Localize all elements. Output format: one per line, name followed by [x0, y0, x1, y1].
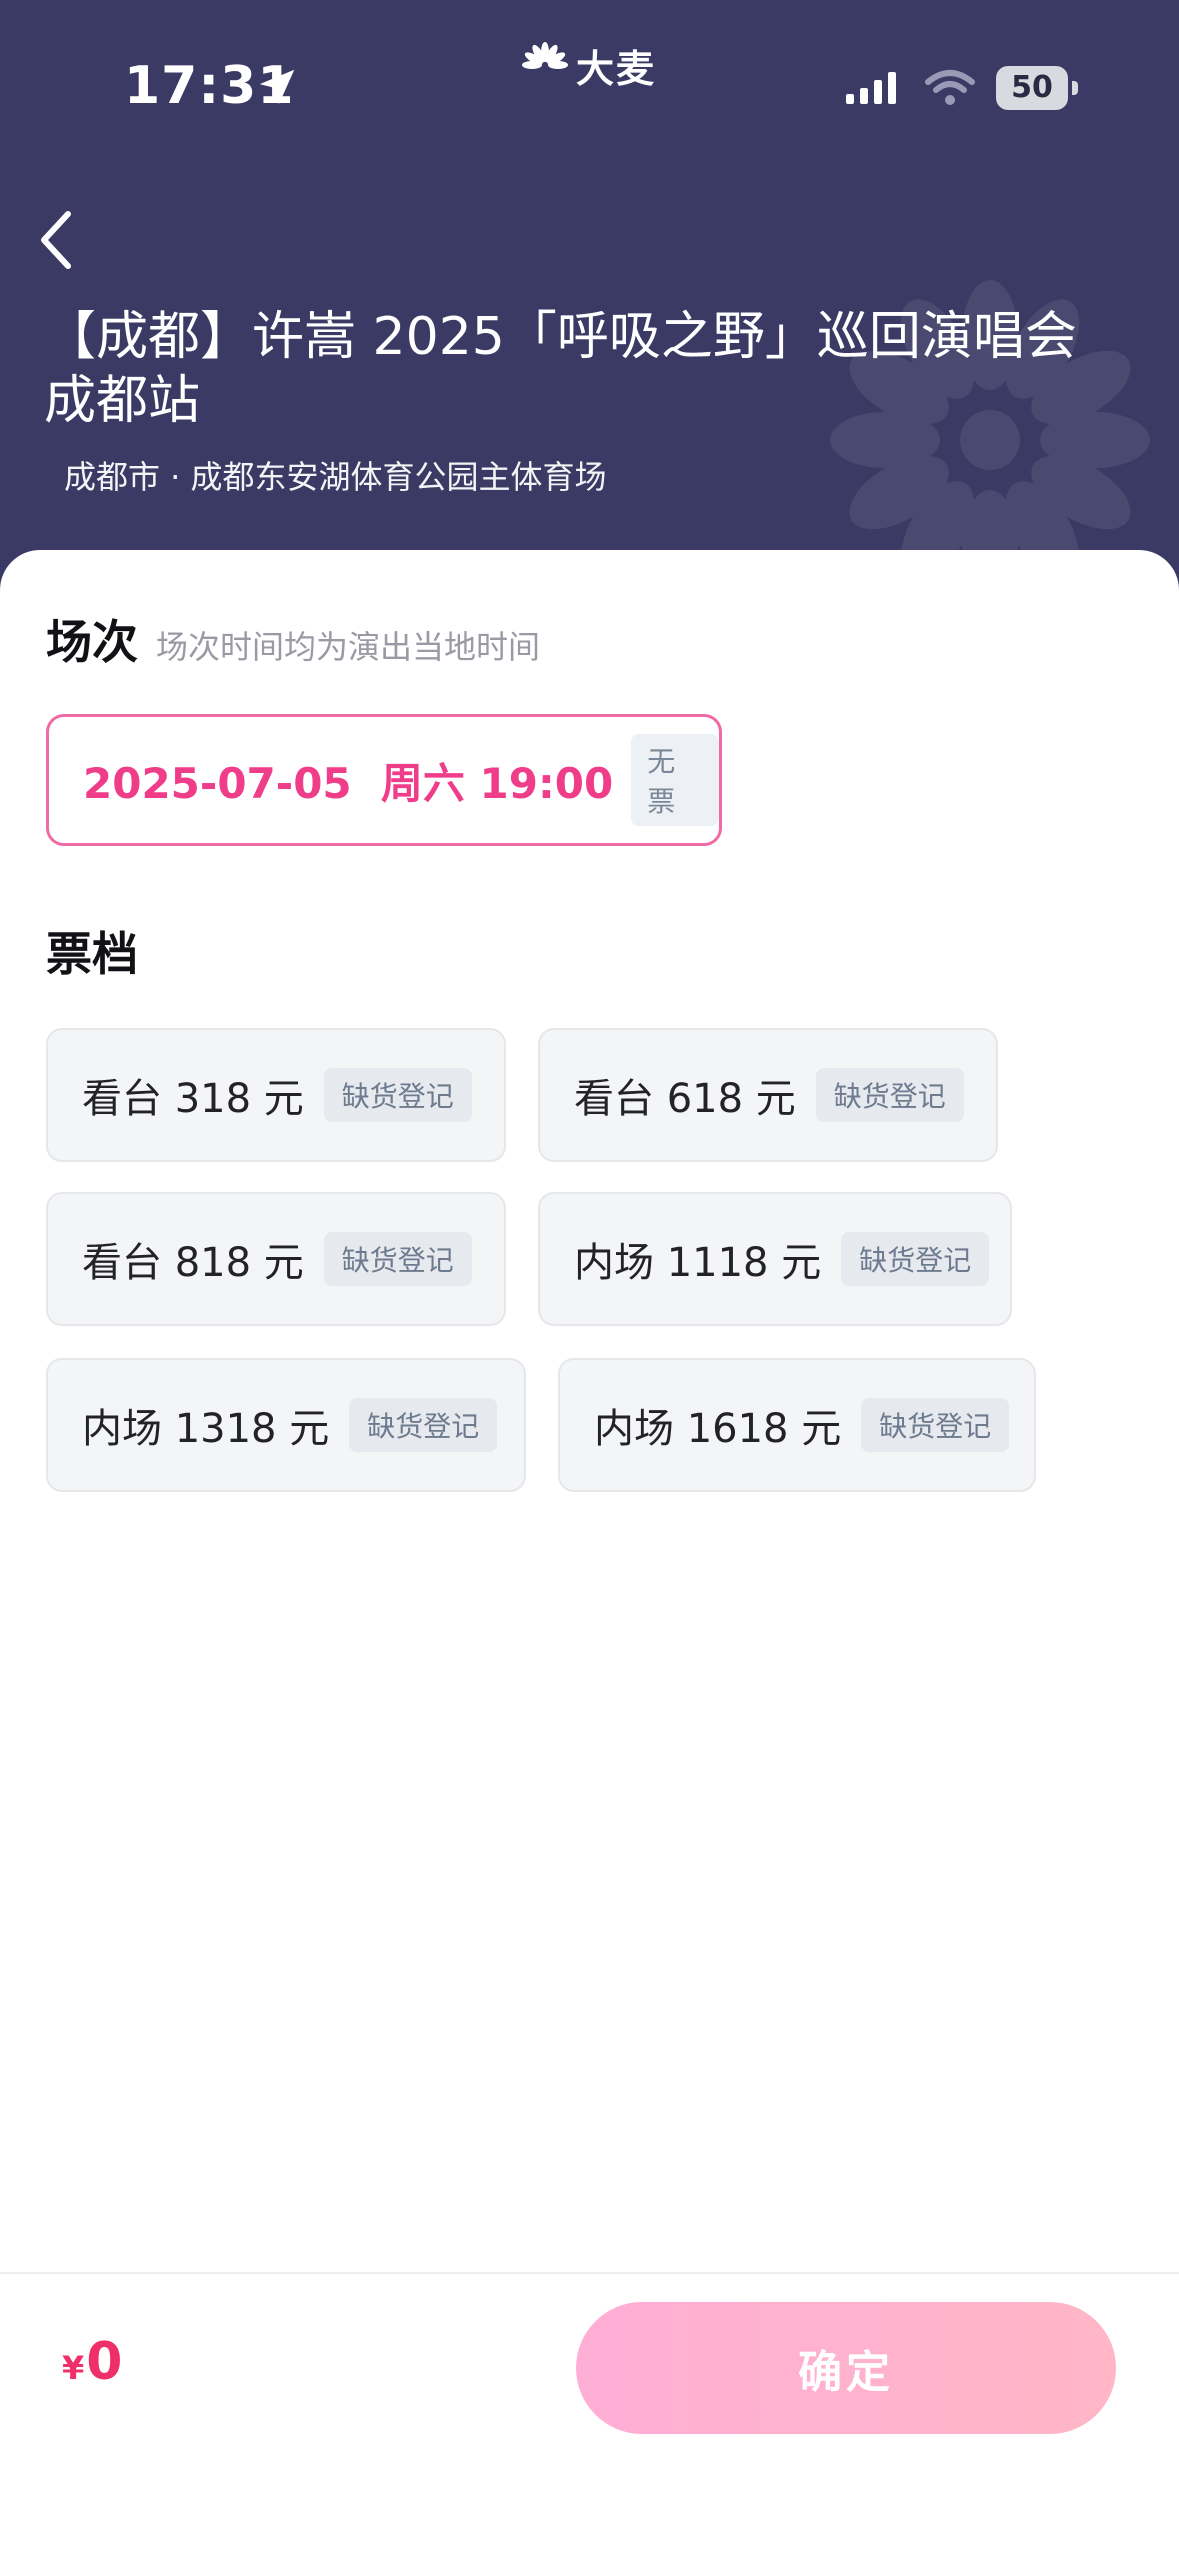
- event-header: 17:31 大麦 50 【成都】许嵩 2025「呼吸之野」巡回演唱会 成都站 成…: [0, 0, 1179, 620]
- brand-name: 大麦: [576, 46, 657, 91]
- tier-status-badge: 缺货登记: [861, 1398, 1010, 1452]
- tier-label: 看台 618 元: [574, 1076, 796, 1122]
- checkout-bar: ¥ 0 确定: [0, 2272, 1179, 2556]
- tier-status-badge: 缺货登记: [323, 1068, 472, 1122]
- ticket-tier-option[interactable]: 内场 1318 元 缺货登记: [46, 1358, 526, 1492]
- session-option-selected[interactable]: 2025-07-05 周六 19:00 无票: [46, 714, 722, 846]
- tier-label: 内场 1618 元: [594, 1406, 842, 1452]
- tier-label: 内场 1118 元: [574, 1240, 822, 1286]
- session-date: 2025-07-05 周六 19:00: [83, 758, 614, 808]
- location-arrow-icon: [259, 69, 295, 105]
- tier-section-title: 票档: [46, 927, 138, 981]
- ticket-tier-option[interactable]: 看台 818 元 缺货登记: [46, 1192, 506, 1326]
- tier-status-badge: 缺货登记: [349, 1398, 498, 1452]
- price-currency: ¥: [62, 2349, 85, 2387]
- event-title: 【成都】许嵩 2025「呼吸之野」巡回演唱会 成都站: [44, 307, 1077, 431]
- ticket-selection-panel: 场次 场次时间均为演出当地时间 2025-07-05 周六 19:00 无票 票…: [0, 550, 1179, 2270]
- event-venue: 成都市 · 成都东安湖体育公园主体育场: [64, 458, 607, 496]
- tier-status-badge: 缺货登记: [841, 1232, 990, 1286]
- confirm-button[interactable]: 确定: [576, 2302, 1116, 2434]
- chevron-left-icon: [41, 211, 71, 269]
- tier-label: 看台 818 元: [82, 1240, 304, 1286]
- ticket-tier-option[interactable]: 看台 618 元 缺货登记: [538, 1028, 998, 1162]
- tier-label: 看台 318 元: [82, 1076, 304, 1122]
- battery-indicator: 50: [996, 66, 1078, 110]
- ticket-tier-option[interactable]: 看台 318 元 缺货登记: [46, 1028, 506, 1162]
- tier-status-badge: 缺货登记: [323, 1232, 472, 1286]
- total-price: ¥ 0: [62, 2332, 122, 2392]
- price-value: 0: [86, 2332, 123, 2392]
- tier-label: 内场 1318 元: [82, 1406, 330, 1452]
- session-section-note: 场次时间均为演出当地时间: [156, 628, 541, 666]
- back-button[interactable]: [28, 200, 84, 280]
- session-section-title: 场次: [46, 615, 138, 669]
- session-section-header: 场次 场次时间均为演出当地时间: [46, 606, 540, 672]
- session-status-badge: 无票: [631, 734, 719, 826]
- damai-logo-icon: [522, 42, 568, 69]
- ticket-tier-option[interactable]: 内场 1618 元 缺货登记: [558, 1358, 1036, 1492]
- wifi-icon: [925, 70, 975, 105]
- tier-section-header: 票档: [46, 918, 138, 984]
- battery-level: 50: [1011, 70, 1053, 105]
- brand-logo: 大麦: [520, 40, 657, 91]
- tier-status-badge: 缺货登记: [815, 1068, 964, 1122]
- ticket-tier-option[interactable]: 内场 1118 元 缺货登记: [538, 1192, 1012, 1326]
- battery-cap: [1072, 81, 1078, 95]
- cellular-signal-icon: [846, 72, 896, 104]
